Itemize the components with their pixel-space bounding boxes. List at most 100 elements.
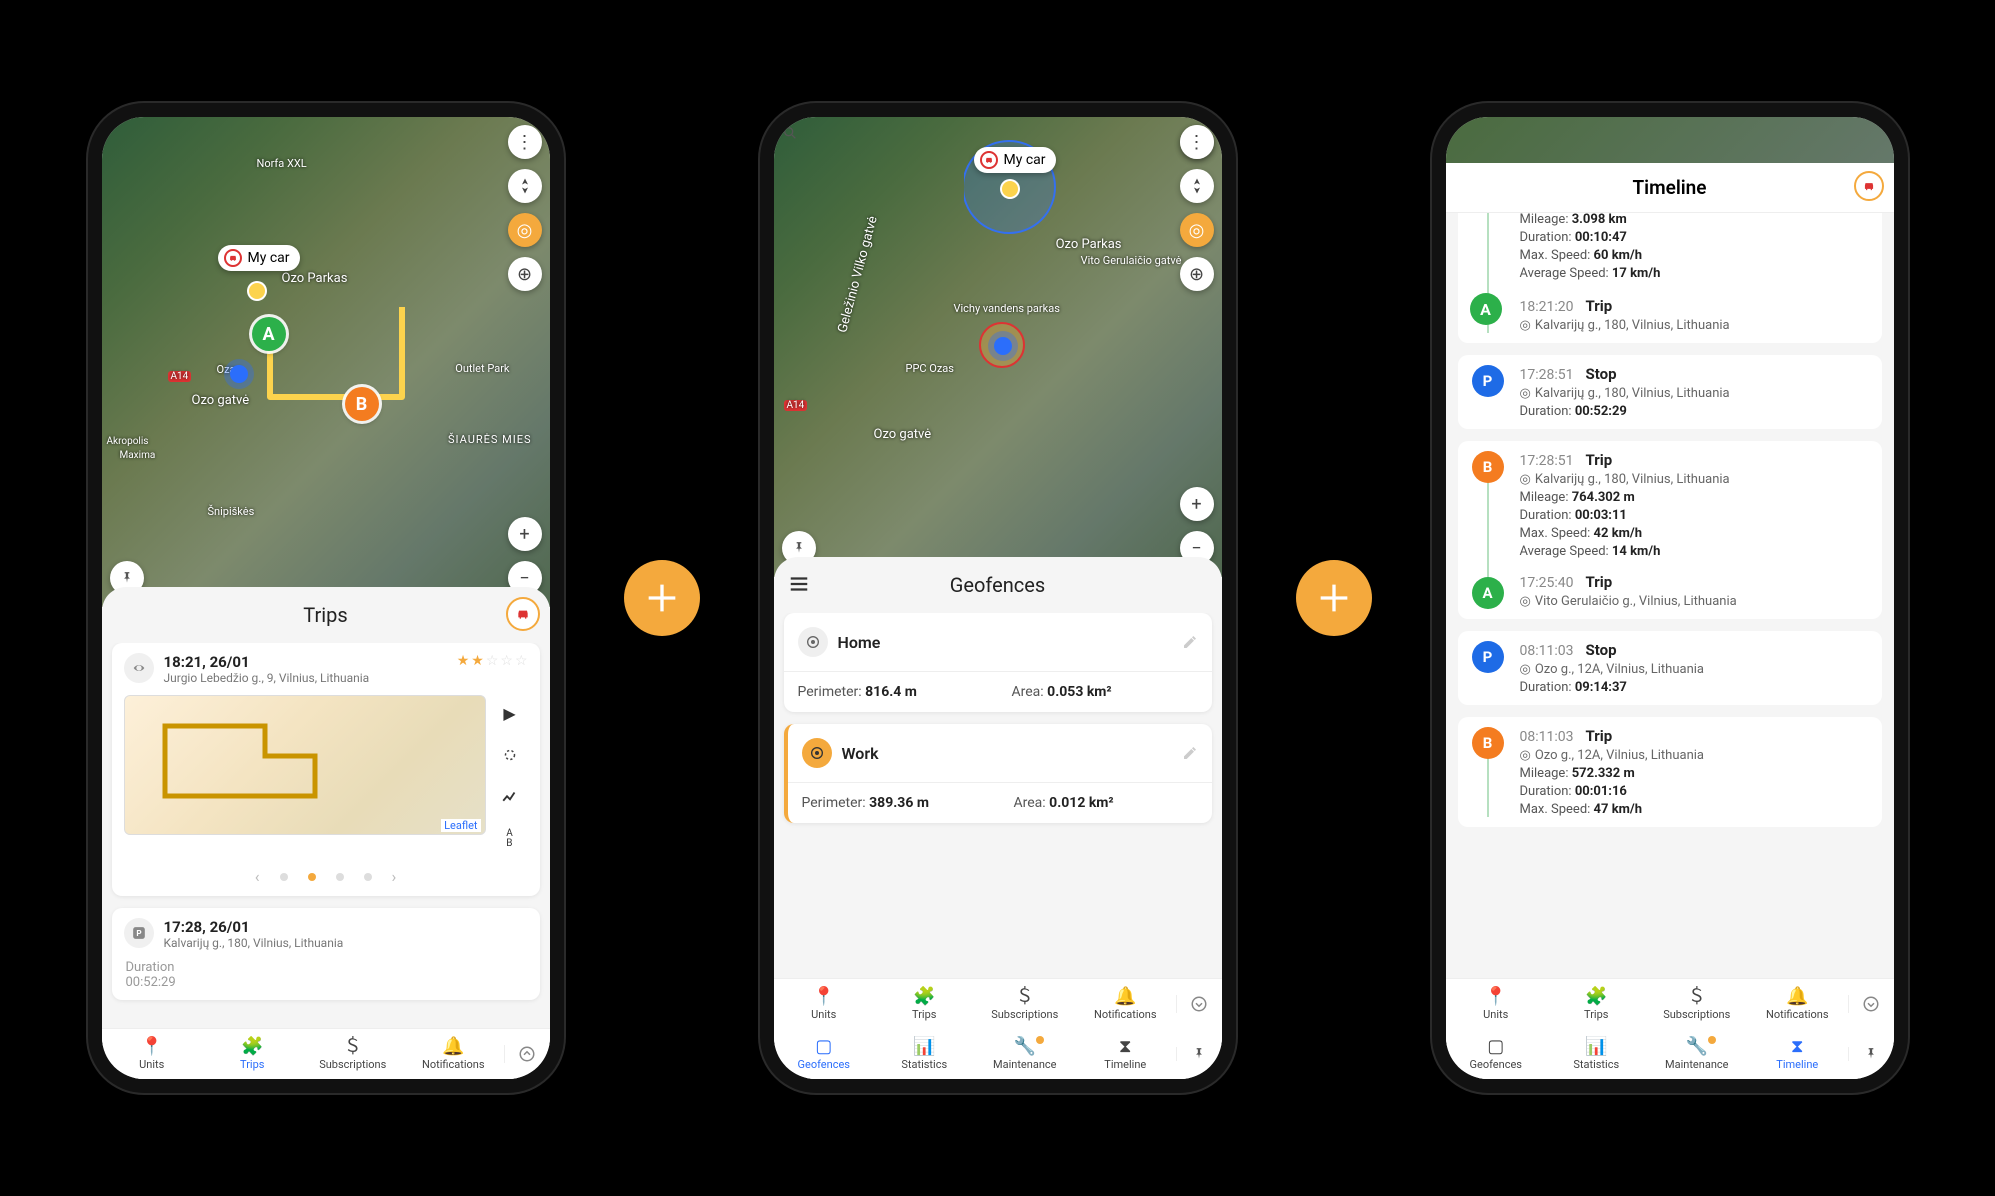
edit-icon[interactable] <box>1182 745 1198 761</box>
map-search-button-left[interactable] <box>782 125 798 141</box>
nav-statistics[interactable]: 📊Statistics <box>874 1038 975 1071</box>
timeline-badge-a: A <box>1472 577 1504 609</box>
unit-dot <box>1002 181 1018 197</box>
bottom-nav: 📍Units 🧩Trips ＄Subscriptions 🔔Notificati… <box>1446 978 1894 1079</box>
nav-timeline[interactable]: ⧗Timeline <box>1747 1038 1848 1071</box>
nav-notifications[interactable]: 🔔Notifications <box>1747 988 1848 1021</box>
phone-trips: Ozas Ozo Parkas Ozo gatvė Outlet Park Šn… <box>88 103 564 1093</box>
panel-title: Trips <box>303 603 347 627</box>
zoom-in-button[interactable]: + <box>508 517 542 551</box>
nav-trips[interactable]: 🧩Trips <box>202 1038 303 1071</box>
timeline-badge-a: A <box>1470 293 1502 325</box>
unit-avatar[interactable] <box>1854 171 1884 201</box>
geofence-home-shape <box>964 127 1084 247</box>
ab-toggle-button[interactable]: A B <box>496 825 524 853</box>
nav-geofences[interactable]: ▢Geofences <box>1446 1038 1547 1071</box>
map-more-button[interactable]: ⋮ <box>1180 125 1214 159</box>
timeline-badge-p: P <box>1472 641 1504 673</box>
edit-icon[interactable] <box>1182 634 1198 650</box>
target-icon: ◎ <box>1520 318 1531 333</box>
map-view[interactable]: Ozo Parkas Vichy vandens parkas PPC Ozas… <box>774 117 1222 577</box>
geofence-icon <box>798 627 828 657</box>
route-toggle-button[interactable] <box>496 741 524 769</box>
timeline-badge-p: P <box>1472 365 1504 397</box>
map-layers-button[interactable]: ◎ <box>508 213 542 247</box>
bottom-nav: 📍Units 🧩Trips ＄Subscriptions 🔔Notificati… <box>774 978 1222 1079</box>
timeline-card[interactable]: BA 17:28:51Trip ◎Kalvarijų g., 180, Viln… <box>1458 441 1882 619</box>
nav-maintenance[interactable]: 🔧Maintenance <box>975 1038 1076 1071</box>
map-locate-button[interactable]: ⊕ <box>508 257 542 291</box>
parking-icon: P <box>124 918 154 948</box>
nav-pin[interactable] <box>1176 1047 1222 1061</box>
geofence-card-active[interactable]: Work Perimeter: 389.36 m Area: 0.012 km² <box>784 724 1212 823</box>
stop-card[interactable]: P 17:28, 26/01 Kalvarijų g., 180, Vilniu… <box>112 908 540 1000</box>
route-marker-b: B <box>345 387 379 421</box>
map-layers-button[interactable]: ◎ <box>1180 213 1214 247</box>
trip-icon <box>124 653 154 683</box>
plus-badge <box>624 560 700 636</box>
timeline-panel: Timeline Mileage: 3.098 km Duration: 00:… <box>1446 163 1894 1079</box>
timeline-card[interactable]: B 08:11:03Trip ◎Ozo g., 12A, Vilnius, Li… <box>1458 717 1882 827</box>
gps-dot <box>994 337 1012 355</box>
phone-timeline: Timeline Mileage: 3.098 km Duration: 00:… <box>1432 103 1908 1093</box>
geofence-card[interactable]: Home Perimeter: 816.4 m Area: 0.053 km² <box>784 613 1212 712</box>
carousel-next[interactable]: › <box>392 867 397 886</box>
geofence-work-shape <box>974 317 1054 397</box>
unit-dot <box>249 283 265 299</box>
route-marker-a: A <box>252 317 286 351</box>
nav-trips[interactable]: 🧩Trips <box>1546 988 1647 1021</box>
phone-geofences: Ozo Parkas Vichy vandens parkas PPC Ozas… <box>760 103 1236 1093</box>
svg-text:P: P <box>136 928 141 938</box>
trips-panel: Trips 18:21, 26/01 Jurgio Lebedžio g., 9… <box>102 587 550 1079</box>
unit-avatar[interactable] <box>506 597 540 631</box>
unit-bubble[interactable]: My car <box>974 147 1056 173</box>
gps-dot <box>230 365 248 383</box>
nav-units[interactable]: 📍Units <box>1446 988 1547 1021</box>
nav-units[interactable]: 📍Units <box>774 988 875 1021</box>
nav-statistics[interactable]: 📊Statistics <box>1546 1038 1647 1071</box>
timeline-badge-b: B <box>1472 727 1504 759</box>
nav-subscriptions[interactable]: ＄Subscriptions <box>975 988 1076 1021</box>
nav-trips[interactable]: 🧩Trips <box>874 988 975 1021</box>
nav-notifications[interactable]: 🔔Notifications <box>403 1038 504 1071</box>
map-view[interactable]: Ozas Ozo Parkas Ozo gatvė Outlet Park Šn… <box>102 117 550 607</box>
timeline-title: Timeline <box>1632 176 1706 199</box>
trip-minimap[interactable]: Leaflet <box>124 695 486 835</box>
menu-button[interactable] <box>788 573 810 595</box>
nav-expand[interactable] <box>504 1045 550 1063</box>
timeline-badge-b: B <box>1472 451 1504 483</box>
nav-units[interactable]: 📍Units <box>102 1038 203 1071</box>
nav-subscriptions[interactable]: ＄Subscriptions <box>1647 988 1748 1021</box>
unit-bubble[interactable]: My car <box>218 245 300 271</box>
zoom-in-button[interactable]: + <box>1180 487 1214 521</box>
nav-collapse[interactable] <box>1176 995 1222 1013</box>
panel-title: Geofences <box>950 573 1045 597</box>
plus-badge <box>1296 560 1372 636</box>
nav-pin[interactable] <box>1848 1047 1894 1061</box>
nav-geofences[interactable]: ▢Geofences <box>774 1038 875 1071</box>
nav-notifications[interactable]: 🔔Notifications <box>1075 988 1176 1021</box>
car-icon <box>980 151 998 169</box>
nav-timeline[interactable]: ⧗Timeline <box>1075 1038 1176 1071</box>
geofence-icon <box>802 738 832 768</box>
timeline-card[interactable]: P 08:11:03Stop ◎Ozo g., 12A, Vilnius, Li… <box>1458 631 1882 705</box>
timeline-card[interactable]: P 17:28:51Stop ◎Kalvarijų g., 180, Vilni… <box>1458 355 1882 429</box>
nav-maintenance[interactable]: 🔧Maintenance <box>1647 1038 1748 1071</box>
map-compass-button[interactable] <box>1180 169 1214 203</box>
timeline-card[interactable]: Mileage: 3.098 km Duration: 00:10:47 Max… <box>1458 213 1882 343</box>
trip-time: 18:21, 26/01 <box>164 653 447 671</box>
map-compass-button[interactable] <box>508 169 542 203</box>
trip-rating[interactable]: ★★☆☆☆ <box>457 653 528 669</box>
trip-address: Jurgio Lebedžio g., 9, Vilnius, Lithuani… <box>164 671 447 685</box>
trip-card[interactable]: 18:21, 26/01 Jurgio Lebedžio g., 9, Viln… <box>112 643 540 896</box>
play-button[interactable]: ▶ <box>496 699 524 727</box>
geofences-panel: Geofences Home Perimeter: 816.4 m Area: … <box>774 557 1222 1079</box>
carousel-prev[interactable]: ‹ <box>255 867 260 886</box>
nav-subscriptions[interactable]: ＄Subscriptions <box>303 1038 404 1071</box>
nav-collapse[interactable] <box>1848 995 1894 1013</box>
map-more-button[interactable]: ⋮ <box>508 125 542 159</box>
bottom-nav: 📍Units 🧩Trips ＄Subscriptions 🔔Notificati… <box>102 1028 550 1079</box>
chart-button[interactable] <box>496 783 524 811</box>
car-icon <box>224 249 242 267</box>
map-locate-button[interactable]: ⊕ <box>1180 257 1214 291</box>
